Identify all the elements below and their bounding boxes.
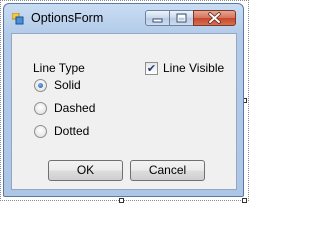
cancel-button[interactable]: Cancel (130, 160, 205, 181)
window-title: OptionsForm (31, 11, 104, 25)
form-app-icon[interactable] (12, 13, 24, 25)
radio-solid[interactable] (34, 79, 47, 92)
close-button[interactable] (193, 10, 236, 26)
ok-button[interactable]: OK (48, 160, 123, 181)
line-visible-label[interactable]: Line Visible (163, 61, 224, 75)
caption-buttons (145, 10, 236, 28)
radio-dashed[interactable] (34, 102, 47, 115)
minimize-button[interactable] (145, 10, 170, 26)
radio-solid-label[interactable]: Solid (54, 78, 81, 92)
maximize-icon (176, 13, 187, 23)
options-form-window: OptionsForm Line Type Solid Dashed Dotte… (3, 3, 244, 197)
line-visible-checkbox[interactable]: ✔ (145, 62, 158, 75)
maximize-button[interactable] (169, 10, 194, 26)
radio-dashed-label[interactable]: Dashed (54, 101, 95, 115)
resize-handle-bottom-right[interactable] (242, 198, 247, 203)
radio-dotted[interactable] (34, 125, 47, 138)
radio-selected-dot (38, 83, 43, 88)
radio-dotted-label[interactable]: Dotted (54, 124, 89, 138)
minimize-icon (152, 18, 163, 23)
title-bar[interactable]: OptionsForm (4, 4, 243, 32)
resize-handle-bottom[interactable] (119, 198, 124, 203)
line-type-label: Line Type (33, 61, 85, 75)
form-client-area: Line Type Solid Dashed Dotted ✔ Line Vis… (11, 33, 237, 190)
close-icon (208, 12, 221, 24)
